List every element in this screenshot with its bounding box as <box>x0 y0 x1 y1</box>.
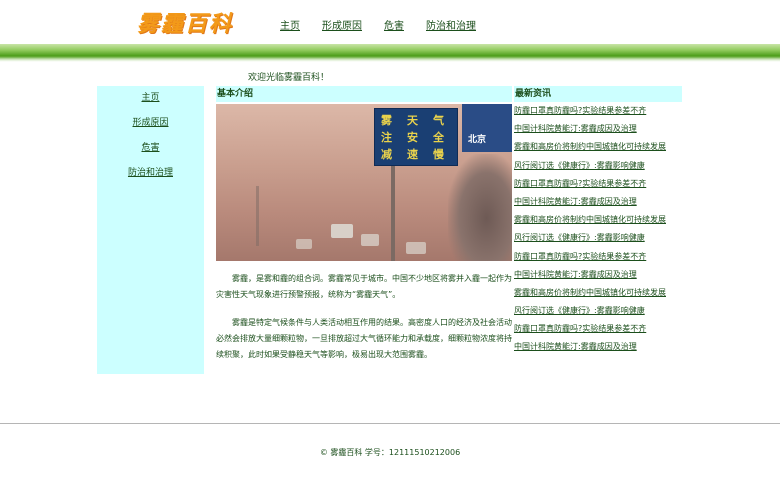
sidebar-item-harm[interactable]: 危害 <box>97 136 204 161</box>
top-nav-home[interactable]: 主页 <box>280 17 300 32</box>
sign-char: 注 <box>381 131 392 144</box>
top-nav-prevention[interactable]: 防治和治理 <box>426 17 476 32</box>
top-nav: 主页 形成原因 危害 防治和治理 <box>280 17 498 32</box>
top-nav-causes[interactable]: 形成原因 <box>322 17 362 32</box>
top-nav-harm[interactable]: 危害 <box>384 17 404 32</box>
news-item[interactable]: 中国计科院黄能汀:雾霾成因及治理 <box>514 266 682 284</box>
photo-car <box>406 242 426 254</box>
news-item[interactable]: 风行阅订选《健康行》:雾霾影响健康 <box>514 157 682 175</box>
news-item[interactable]: 雾霾和高房价将制约中国城镇化可持续发展 <box>514 284 682 302</box>
news-item[interactable]: 中国计科院黄能汀:雾霾成因及治理 <box>514 338 682 356</box>
news-item[interactable]: 防霾口罩真防霾吗?实验结果参差不齐 <box>514 248 682 266</box>
news-item[interactable]: 风行阅订选《健康行》:雾霾影响健康 <box>514 229 682 247</box>
main-content: 基本介绍 雾 天 气 注 安 全 减 速 慢 北京 雾霾，是雾和霾的组合词。雾霾… <box>216 86 512 363</box>
sign-char: 气 <box>433 114 444 127</box>
sidebar-item-prevention[interactable]: 防治和治理 <box>97 161 204 186</box>
direction-sign: 北京 <box>462 104 512 152</box>
section-title-intro: 基本介绍 <box>216 86 512 102</box>
sidebar-item-causes[interactable]: 形成原因 <box>97 111 204 136</box>
sign-char: 速 <box>407 148 418 161</box>
welcome-text: 欢迎光临雾霾百科！ <box>248 73 330 83</box>
site-logo[interactable]: 雾霾百科 <box>137 6 233 38</box>
photo-tree <box>448 154 512 261</box>
footer-text: © 雾霾百科 学号：12111510212006 <box>319 448 461 457</box>
sign-char: 减 <box>381 148 392 161</box>
header-green-band <box>0 44 780 62</box>
footer-divider <box>0 423 780 424</box>
sign-char: 安 <box>407 131 418 144</box>
smog-photo: 雾 天 气 注 安 全 减 速 慢 北京 <box>216 104 512 261</box>
sign-char: 雾 <box>381 114 392 127</box>
photo-car <box>296 239 312 249</box>
intro-paragraph-2: 雾霾是特定气候条件与人类活动相互作用的结果。高密度人口的经济及社会活动必然会排放… <box>216 318 512 359</box>
news-item[interactable]: 风行阅订选《健康行》:雾霾影响健康 <box>514 302 682 320</box>
news-item[interactable]: 雾霾和高房价将制约中国城镇化可持续发展 <box>514 138 682 156</box>
news-item[interactable]: 防霾口罩真防霾吗?实验结果参差不齐 <box>514 320 682 338</box>
sign-char: 慢 <box>433 148 444 161</box>
sign-char: 全 <box>433 131 444 144</box>
news-item[interactable]: 防霾口罩真防霾吗?实验结果参差不齐 <box>514 102 682 120</box>
photo-car <box>331 224 353 238</box>
section-title-news: 最新资讯 <box>514 86 682 102</box>
photo-pole <box>391 164 395 261</box>
direction-sign-text: 北京 <box>468 135 487 145</box>
sidebar: 主页 形成原因 危害 防治和治理 <box>97 86 204 374</box>
news-item[interactable]: 防霾口罩真防霾吗?实验结果参差不齐 <box>514 175 682 193</box>
news-item[interactable]: 雾霾和高房价将制约中国城镇化可持续发展 <box>514 211 682 229</box>
news-item[interactable]: 中国计科院黄能汀:雾霾成因及治理 <box>514 193 682 211</box>
intro-paragraph-1: 雾霾，是雾和霾的组合词。雾霾常见于城市。中国不少地区将雾并入霾一起作为灾害性天气… <box>216 274 512 299</box>
sidebar-item-home[interactable]: 主页 <box>97 86 204 111</box>
traffic-sign: 雾 天 气 注 安 全 减 速 慢 <box>374 108 458 166</box>
photo-car <box>361 234 379 246</box>
photo-pole <box>256 186 259 246</box>
sign-char: 天 <box>407 114 418 127</box>
news-panel: 最新资讯 防霾口罩真防霾吗?实验结果参差不齐 中国计科院黄能汀:雾霾成因及治理 … <box>514 86 682 357</box>
news-item[interactable]: 中国计科院黄能汀:雾霾成因及治理 <box>514 120 682 138</box>
site-header: 雾霾百科 主页 形成原因 危害 防治和治理 <box>0 0 780 62</box>
